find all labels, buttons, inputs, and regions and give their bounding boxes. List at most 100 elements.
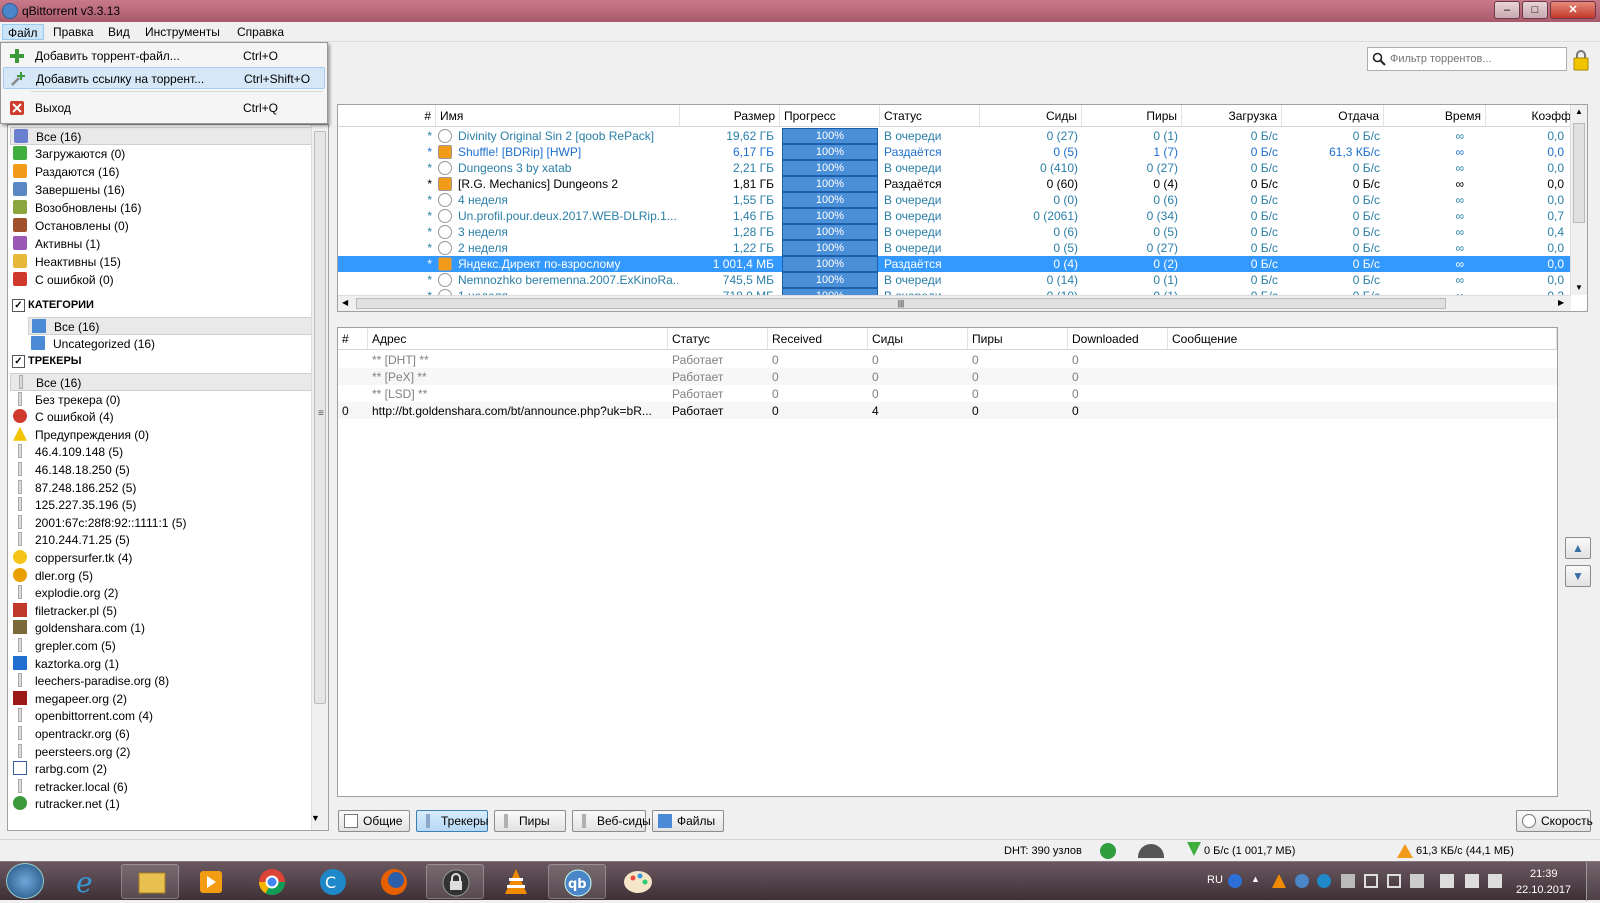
- status-inactive[interactable]: Неактивны (15): [10, 253, 316, 271]
- column-header-status[interactable]: Статус: [880, 105, 980, 127]
- torrent-row[interactable]: * 2 неделя 1,22 ГБ 100% В очереди 0 (5) 0 (27)…: [338, 240, 1571, 256]
- tracker-row[interactable]: ** [PeX] ** Работает 0 0 0 0: [338, 368, 1557, 385]
- scroll-left-arrow-icon[interactable]: ◀: [342, 298, 348, 307]
- tracker-filter-item[interactable]: leechers-paradise.org (8): [10, 672, 316, 690]
- menu-file[interactable]: Файл: [2, 24, 44, 40]
- minimize-button[interactable]: –: [1494, 1, 1520, 19]
- column-header-eta[interactable]: Время: [1384, 105, 1486, 127]
- tracker-filter-item[interactable]: С ошибкой (4): [10, 408, 316, 426]
- torrent-row[interactable]: * Divinity Original Sin 2 [qoob RePack] 19…: [338, 128, 1571, 144]
- column-header-down[interactable]: Загрузка: [1182, 105, 1282, 127]
- show-desktop-button[interactable]: [1586, 862, 1600, 901]
- copy-tray-icon[interactable]: [1387, 874, 1401, 888]
- tracker-filter-item[interactable]: kaztorka.org (1): [10, 655, 316, 673]
- tab-trackers[interactable]: Трекеры: [416, 810, 488, 832]
- status-paused[interactable]: Остановлены (0): [10, 217, 316, 235]
- show-hidden-icons-icon[interactable]: ▲: [1251, 874, 1265, 888]
- connection-status-icon[interactable]: [1100, 843, 1116, 859]
- categories-checkbox[interactable]: ✓: [12, 299, 25, 312]
- tab-peers[interactable]: Пиры: [494, 810, 566, 832]
- torrent-row[interactable]: * Яндекс.Директ по-взрослому 1 001,4 МБ 100…: [338, 256, 1571, 272]
- taskbar-paint[interactable]: [609, 864, 667, 899]
- column-header-peers[interactable]: Пиры: [1082, 105, 1182, 127]
- hscroll-thumb[interactable]: |||: [356, 298, 1446, 309]
- tracker-row[interactable]: ** [DHT] ** Работает 0 0 0 0: [338, 351, 1557, 368]
- tracker-filter-item[interactable]: coppersurfer.tk (4): [10, 549, 316, 567]
- column-header-up[interactable]: Отдача: [1282, 105, 1384, 127]
- column-header-num[interactable]: #: [338, 105, 436, 127]
- tracker-column-downloaded[interactable]: Downloaded: [1068, 328, 1168, 350]
- menu-help[interactable]: Справка: [232, 24, 289, 40]
- tracker-column-num[interactable]: #: [338, 328, 368, 350]
- tracker-filter-item[interactable]: opentrackr.org (6): [10, 725, 316, 743]
- category-uncategorized[interactable]: Uncategorized (16): [28, 335, 316, 353]
- torrent-filter[interactable]: [1367, 47, 1567, 71]
- start-button[interactable]: [6, 863, 44, 899]
- splitter-handle[interactable]: ≡: [318, 408, 324, 419]
- clock-time[interactable]: 21:39: [1530, 868, 1558, 880]
- tracker-column-peers[interactable]: Пиры: [968, 328, 1068, 350]
- tracker-filter-item[interactable]: Предупреждения (0): [10, 426, 316, 444]
- tracker-filter-item[interactable]: 210.244.71.25 (5): [10, 531, 316, 549]
- tracker-filter-item[interactable]: 125.227.35.196 (5): [10, 496, 316, 514]
- clock-date[interactable]: 22.10.2017: [1516, 884, 1571, 896]
- torrent-row[interactable]: * [R.G. Mechanics] Dungeons 2 1,81 ГБ 100% Р…: [338, 176, 1571, 192]
- status-resumed[interactable]: Возобновлены (16): [10, 199, 316, 217]
- tracker-column-status[interactable]: Статус: [668, 328, 768, 350]
- upload-speed[interactable]: 61,3 КБ/с (44,1 МБ): [1416, 845, 1514, 857]
- tracker-column-message[interactable]: Сообщение: [1168, 328, 1557, 350]
- menu-item-add-torrent-link[interactable]: Добавить ссылку на торрент... Ctrl+Shift…: [3, 67, 325, 89]
- status-completed[interactable]: Завершены (16): [10, 181, 316, 199]
- taskbar-firefox[interactable]: [365, 864, 423, 899]
- torrent-row[interactable]: * Un.profil.pour.deux.2017.WEB-DLRip.1...…: [338, 208, 1571, 224]
- torrent-list-vscroll[interactable]: ▲ ▼: [1570, 105, 1587, 295]
- network-tray-icon[interactable]: [1465, 874, 1479, 888]
- tracker-filter-item[interactable]: explodie.org (2): [10, 584, 316, 602]
- tracker-filter-item[interactable]: Все (16): [10, 373, 316, 391]
- taskbar-vlc[interactable]: [487, 864, 545, 899]
- volume-tray-icon[interactable]: [1440, 874, 1454, 888]
- tracker-filter-item[interactable]: grepler.com (5): [10, 637, 316, 655]
- taskbar-media-player[interactable]: [182, 864, 240, 899]
- move-down-button[interactable]: ▼: [1565, 565, 1591, 587]
- torrent-row[interactable]: * Nemnozhko beremenna.2007.ExKinoRa... 745…: [338, 272, 1571, 288]
- scroll-right-arrow-icon[interactable]: ▶: [1558, 298, 1564, 307]
- tab-general[interactable]: Общие: [338, 810, 410, 832]
- torrent-row[interactable]: * 3 неделя 1,28 ГБ 100% В очереди 0 (6) 0 (5) 0…: [338, 224, 1571, 240]
- battery-tray-icon[interactable]: [1410, 874, 1424, 888]
- tracker-filter-item[interactable]: openbittorrent.com (4): [10, 707, 316, 725]
- menu-edit[interactable]: Правка: [48, 24, 99, 40]
- speed-button[interactable]: Скорость: [1516, 810, 1593, 832]
- menu-view[interactable]: Вид: [103, 24, 135, 40]
- tracker-filter-item[interactable]: 46.4.109.148 (5): [10, 443, 316, 461]
- tab-webseeds[interactable]: Веб-сиды: [572, 810, 651, 832]
- status-error[interactable]: С ошибкой (0): [10, 271, 316, 289]
- tracker-column-seeds[interactable]: Сиды: [868, 328, 968, 350]
- maximize-button[interactable]: □: [1522, 1, 1548, 19]
- status-seeding[interactable]: Раздаются (16): [10, 163, 316, 181]
- tracker-filter-item[interactable]: megapeer.org (2): [10, 690, 316, 708]
- tracker-filter-item[interactable]: dler.org (5): [10, 567, 316, 585]
- vscroll-thumb[interactable]: [1573, 123, 1585, 223]
- tracker-filter-item[interactable]: rarbg.com (2): [10, 760, 316, 778]
- menu-tools[interactable]: Инструменты: [140, 24, 225, 40]
- column-header-progress[interactable]: Прогресс: [780, 105, 880, 127]
- tracker-column-received[interactable]: Received: [768, 328, 868, 350]
- tracker-column-url[interactable]: Адрес: [368, 328, 668, 350]
- tracker-filter-item[interactable]: retracker.local (6): [10, 778, 316, 796]
- filter-input[interactable]: [1390, 51, 1560, 67]
- tracker-filter-item[interactable]: Без трекера (0): [10, 391, 316, 409]
- scroll-down-arrow-icon[interactable]: ▼: [1575, 283, 1583, 292]
- taskbar-ie[interactable]: e: [60, 864, 118, 899]
- tracker-filter-item[interactable]: 2001:67c:28f8:92::1111:1 (5): [10, 514, 316, 532]
- tracker-filter-item[interactable]: 87.248.186.252 (5): [10, 479, 316, 497]
- taskbar-chrome[interactable]: [243, 864, 301, 899]
- ccleaner-tray-icon[interactable]: [1317, 874, 1331, 888]
- keepass-tray-icon[interactable]: [1364, 874, 1378, 888]
- column-header-seeds[interactable]: Сиды: [980, 105, 1082, 127]
- taskbar-explorer[interactable]: [121, 864, 179, 899]
- speed-limit-icon[interactable]: [1138, 844, 1164, 858]
- column-header-name[interactable]: Имя: [436, 105, 680, 127]
- tracker-filter-item[interactable]: rutracker.net (1): [10, 795, 316, 813]
- torrent-row[interactable]: * Shuffle! [BDRip] [HWP] 6,17 ГБ 100% Раздаё…: [338, 144, 1571, 160]
